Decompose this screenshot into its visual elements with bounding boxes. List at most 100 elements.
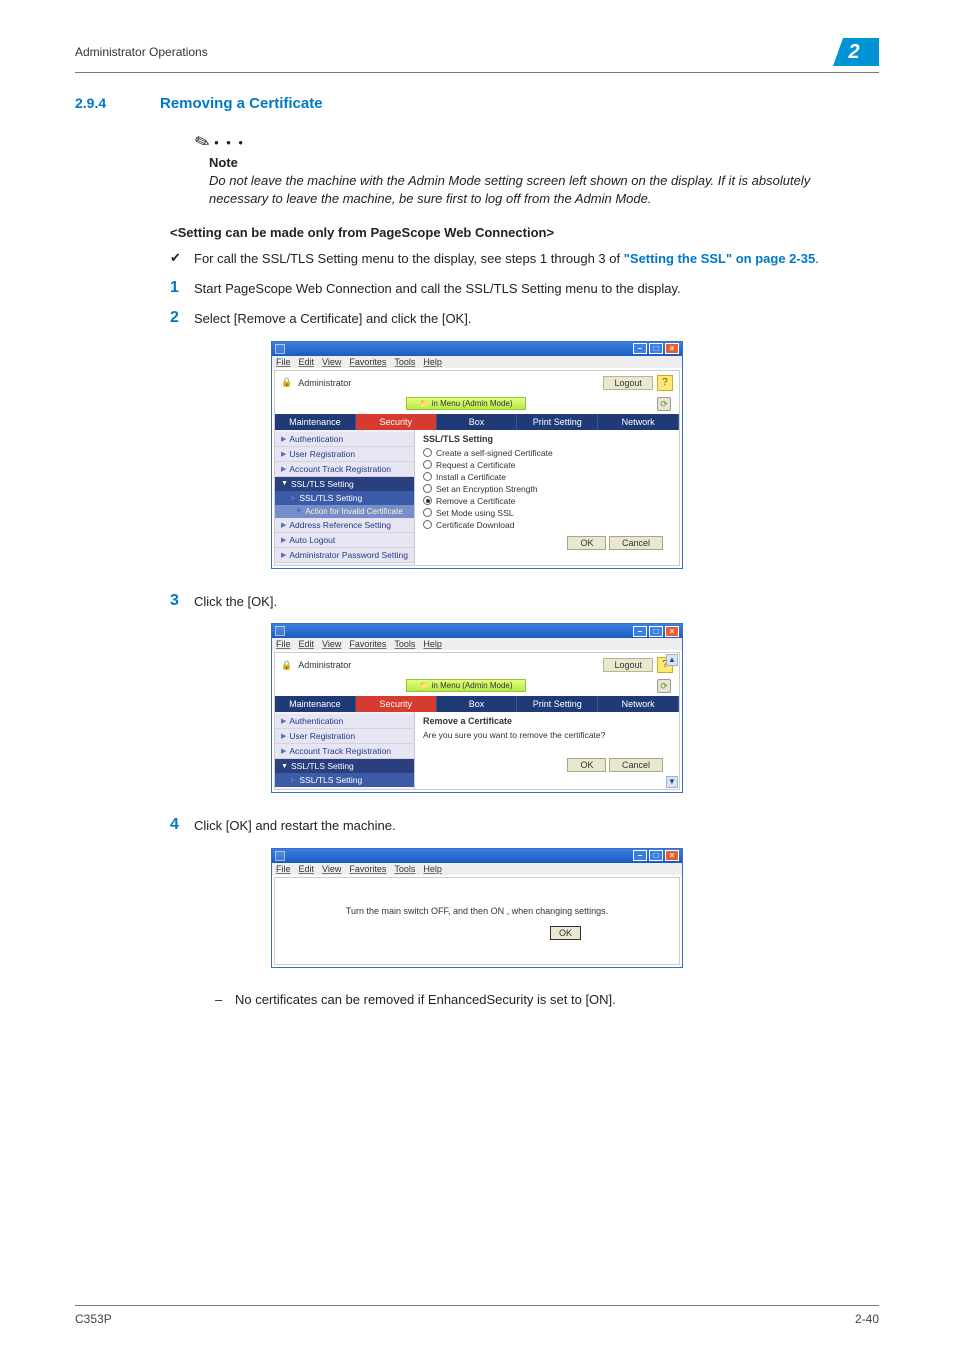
nav-admin-password[interactable]: ▶Administrator Password Setting	[275, 548, 414, 563]
menu-file[interactable]: File	[276, 639, 291, 649]
tab-print-setting[interactable]: Print Setting	[517, 414, 598, 430]
browser-menubar: File Edit View Favorites Tools Help	[272, 356, 682, 368]
screenshot-confirm-remove: – □ × File Edit View Favorites Tools Hel…	[271, 623, 683, 793]
radio-self-signed[interactable]	[423, 448, 432, 457]
menu-tools[interactable]: Tools	[394, 357, 415, 367]
menu-help[interactable]: Help	[423, 864, 442, 874]
menu-tools[interactable]: Tools	[394, 639, 415, 649]
content-title: SSL/TLS Setting	[423, 434, 671, 444]
menu-favorites[interactable]: Favorites	[349, 357, 386, 367]
footer-rule	[75, 1305, 879, 1306]
menu-file[interactable]: File	[276, 357, 291, 367]
bullet-pre: For call the SSL/TLS Setting menu to the…	[194, 251, 624, 266]
tab-security[interactable]: Security	[356, 696, 437, 712]
window-maximize[interactable]: □	[649, 343, 663, 354]
tab-network[interactable]: Network	[598, 696, 679, 712]
nav-user-registration[interactable]: ▶User Registration	[275, 729, 414, 744]
cancel-button[interactable]: Cancel	[609, 536, 663, 550]
tab-box[interactable]: Box	[437, 414, 518, 430]
section-title: Removing a Certificate	[160, 95, 323, 112]
submenu-text: in Menu (Admin Mode)	[432, 399, 513, 408]
menu-tools[interactable]: Tools	[394, 864, 415, 874]
menu-view[interactable]: View	[322, 864, 341, 874]
window-minimize[interactable]: –	[633, 626, 647, 637]
window-close[interactable]: ×	[665, 850, 679, 861]
footer-model: C353P	[75, 1312, 112, 1326]
step-2-number: 2	[170, 310, 194, 326]
scroll-up-icon[interactable]: ▲	[666, 654, 678, 666]
menu-help[interactable]: Help	[423, 639, 442, 649]
nav-authentication[interactable]: ▶Authentication	[275, 714, 414, 729]
menu-file[interactable]: File	[276, 864, 291, 874]
help-icon[interactable]: ?	[657, 375, 673, 391]
ok-button[interactable]: OK	[550, 926, 581, 940]
nav-account-track[interactable]: ▶Account Track Registration	[275, 462, 414, 477]
sidebar-nav: ▶Authentication ▶User Registration ▶Acco…	[275, 712, 415, 789]
nav-user-registration[interactable]: ▶User Registration	[275, 447, 414, 462]
window-close[interactable]: ×	[665, 626, 679, 637]
menu-edit[interactable]: Edit	[299, 639, 315, 649]
submenu-pill[interactable]: 📁 in Menu (Admin Mode)	[406, 397, 525, 410]
tab-print-setting[interactable]: Print Setting	[517, 696, 598, 712]
reload-icon[interactable]: ⟳	[657, 397, 671, 411]
reload-icon[interactable]: ⟳	[657, 679, 671, 693]
radio-request[interactable]	[423, 460, 432, 469]
scroll-down-icon[interactable]: ▼	[666, 776, 678, 788]
restart-message: Turn the main switch OFF, and then ON , …	[283, 906, 671, 916]
page-header-title: Administrator Operations	[75, 45, 833, 59]
tab-network[interactable]: Network	[598, 414, 679, 430]
tab-security[interactable]: Security	[356, 414, 437, 430]
radio-set-mode[interactable]	[423, 508, 432, 517]
step-2-text: Select [Remove a Certificate] and click …	[194, 310, 854, 328]
dash-bullet: –	[215, 992, 235, 1007]
tab-box[interactable]: Box	[437, 696, 518, 712]
window-icon	[275, 626, 285, 636]
window-maximize[interactable]: □	[649, 850, 663, 861]
menu-edit[interactable]: Edit	[299, 864, 315, 874]
step-4-text: Click [OK] and restart the machine.	[194, 817, 854, 835]
radio-download[interactable]	[423, 520, 432, 529]
menu-favorites[interactable]: Favorites	[349, 864, 386, 874]
nav-auto-logout[interactable]: ▶Auto Logout	[275, 533, 414, 548]
nav-address-ref[interactable]: ▶Address Reference Setting	[275, 518, 414, 533]
menu-view[interactable]: View	[322, 639, 341, 649]
nav-ssltls-sub[interactable]: ▶SSL/TLS Setting	[275, 491, 414, 505]
note-dots: • • •	[214, 135, 245, 150]
nav-ssltls-sub[interactable]: ▶SSL/TLS Setting	[275, 773, 414, 787]
step-1-number: 1	[170, 280, 194, 296]
nav-action-invalid[interactable]: ▶Action for Invalid Certificate	[275, 505, 414, 519]
ok-button[interactable]: OK	[567, 536, 606, 550]
nav-ssltls[interactable]: ▼SSL/TLS Setting	[275, 759, 414, 773]
tab-maintenance[interactable]: Maintenance	[275, 696, 356, 712]
ok-button[interactable]: OK	[567, 758, 606, 772]
menu-favorites[interactable]: Favorites	[349, 639, 386, 649]
nav-ssltls[interactable]: ▼SSL/TLS Setting	[275, 477, 414, 491]
menu-help[interactable]: Help	[423, 357, 442, 367]
header-rule	[75, 72, 879, 73]
tab-maintenance[interactable]: Maintenance	[275, 414, 356, 430]
cancel-button[interactable]: Cancel	[609, 758, 663, 772]
bullet-link[interactable]: "Setting the SSL" on page 2-35	[624, 251, 815, 266]
window-minimize[interactable]: –	[633, 343, 647, 354]
window-maximize[interactable]: □	[649, 626, 663, 637]
logout-button[interactable]: Logout	[603, 376, 653, 390]
logout-button[interactable]: Logout	[603, 658, 653, 672]
dash-note-text: No certificates can be removed if Enhanc…	[235, 992, 616, 1007]
note-body: Do not leave the machine with the Admin …	[209, 172, 849, 207]
check-bullet-icon: ✔	[170, 250, 194, 266]
radio-install[interactable]	[423, 472, 432, 481]
content-confirm-title: Remove a Certificate	[423, 716, 671, 726]
window-minimize[interactable]: –	[633, 850, 647, 861]
nav-authentication[interactable]: ▶Authentication	[275, 432, 414, 447]
submenu-pill[interactable]: 📁 in Menu (Admin Mode)	[406, 679, 525, 692]
menu-edit[interactable]: Edit	[299, 357, 315, 367]
window-close[interactable]: ×	[665, 343, 679, 354]
screenshot-restart: – □ × File Edit View Favorites Tools Hel…	[271, 848, 683, 968]
radio-remove[interactable]	[423, 496, 432, 505]
nav-account-track[interactable]: ▶Account Track Registration	[275, 744, 414, 759]
browser-menubar: File Edit View Favorites Tools Help	[272, 863, 682, 875]
footer-page: 2-40	[855, 1312, 879, 1326]
menu-view[interactable]: View	[322, 357, 341, 367]
radio-encryption[interactable]	[423, 484, 432, 493]
confirm-text: Are you sure you want to remove the cert…	[423, 730, 671, 740]
